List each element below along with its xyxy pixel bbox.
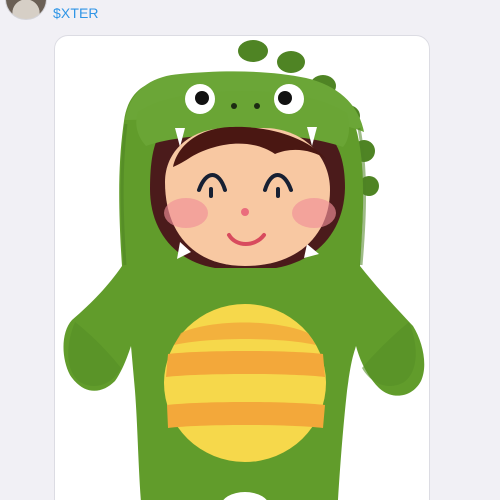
dinosaur-costume-sticker [63, 40, 425, 500]
message-bubble[interactable] [54, 35, 430, 500]
user-avatar[interactable] [5, 0, 47, 20]
sender-name[interactable]: $XTER [53, 5, 99, 21]
chat-screen: $XTER [0, 0, 500, 500]
